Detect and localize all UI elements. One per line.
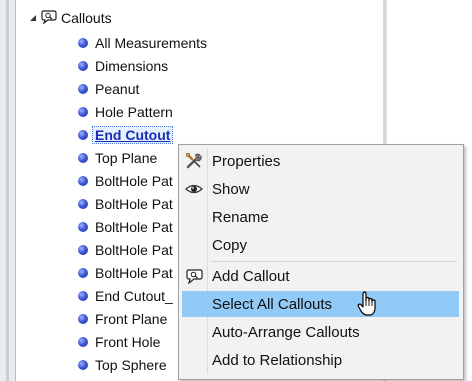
blue-bullet-icon — [78, 268, 88, 278]
blue-bullet-icon — [78, 153, 88, 163]
tree-item-top-sphere[interactable]: Top Sphere — [78, 355, 167, 375]
frame-border — [6, 0, 9, 381]
menu-item-label: Add to Relationship — [212, 351, 343, 369]
blue-bullet-icon — [78, 314, 88, 324]
menu-icon-slot — [182, 347, 206, 373]
blue-bullet-icon — [78, 107, 88, 117]
blue-bullet-icon — [78, 360, 88, 370]
blue-bullet-icon — [78, 84, 88, 94]
callout-group-icon — [41, 9, 57, 27]
menu-item-label: Rename — [212, 208, 269, 226]
blue-bullet-icon — [78, 130, 88, 140]
tree-item-front-hole[interactable]: Front Hole — [78, 332, 160, 352]
tree-item-dimensions[interactable]: Dimensions — [78, 56, 168, 76]
tree-item-label: BoltHole Pat — [95, 219, 173, 235]
blue-bullet-icon — [78, 337, 88, 347]
context-menu: Properties Show Rename Copy Add Callout — [178, 144, 464, 380]
tree-item-label: Dimensions — [95, 58, 169, 74]
tree-item-label: Hole Pattern — [95, 104, 173, 120]
tree-item-label: BoltHole Pat — [95, 242, 173, 258]
tree-item-hole-pattern[interactable]: Hole Pattern — [78, 102, 173, 122]
tree-item-label: BoltHole Pat — [95, 196, 173, 212]
blue-bullet-icon — [78, 222, 88, 232]
tree-item-bolthole-pattern[interactable]: BoltHole Pat — [78, 240, 173, 260]
tree-item-label: Top Plane — [95, 150, 158, 166]
tree-node-callouts[interactable]: Callouts — [30, 8, 112, 28]
blue-bullet-icon — [78, 291, 88, 301]
tree-item-label: End Cutout_ — [95, 288, 173, 304]
tree-item-label: Top Sphere — [95, 357, 167, 373]
menu-item-rename[interactable]: Rename — [182, 204, 459, 230]
callout-icon — [182, 263, 206, 289]
blue-bullet-icon — [78, 61, 88, 71]
tree-item-end-cutout[interactable]: End Cutout — [78, 125, 174, 145]
blue-bullet-icon — [78, 176, 88, 186]
menu-item-add-callout[interactable]: Add Callout — [182, 263, 459, 289]
tree-item-label: BoltHole Pat — [95, 265, 173, 281]
tree-item-bolthole-pattern[interactable]: BoltHole Pat — [78, 263, 173, 283]
tree-item-end-cutout-2[interactable]: End Cutout_ — [78, 286, 173, 306]
tree-item-label: BoltHole Pat — [95, 173, 173, 189]
menu-icon-slot — [182, 204, 206, 230]
tree-item-label: End Cutout — [92, 126, 174, 144]
tree-root-label: Callouts — [61, 10, 112, 26]
menu-item-copy[interactable]: Copy — [182, 232, 459, 258]
menu-item-select-all-callouts[interactable]: Select All Callouts — [182, 291, 459, 317]
blue-bullet-icon — [78, 245, 88, 255]
menu-item-label: Add Callout — [212, 267, 290, 285]
menu-item-add-to-relationship[interactable]: Add to Relationship — [182, 347, 459, 373]
eye-icon — [182, 176, 206, 202]
blue-bullet-icon — [78, 38, 88, 48]
menu-item-show[interactable]: Show — [182, 176, 459, 202]
tree-item-bolthole-pattern[interactable]: BoltHole Pat — [78, 194, 173, 214]
menu-item-properties[interactable]: Properties — [182, 148, 459, 174]
menu-item-auto-arrange-callouts[interactable]: Auto-Arrange Callouts — [182, 319, 459, 345]
blue-bullet-icon — [78, 199, 88, 209]
menu-separator — [211, 261, 457, 262]
tree-item-label: All Measurements — [95, 35, 208, 51]
tree-item-bolthole-pattern[interactable]: BoltHole Pat — [78, 217, 173, 237]
menu-item-label: Auto-Arrange Callouts — [212, 323, 360, 341]
menu-item-label: Properties — [212, 152, 281, 170]
menu-icon-slot — [182, 319, 206, 345]
tree-item-label: Front Plane — [95, 311, 168, 327]
left-frame — [0, 0, 16, 381]
tree-item-label: Front Hole — [95, 334, 161, 350]
tree-item-bolthole-pattern[interactable]: BoltHole Pat — [78, 171, 173, 191]
tree-item-all-measurements[interactable]: All Measurements — [78, 33, 207, 53]
tree-item-peanut[interactable]: Peanut — [78, 79, 139, 99]
menu-icon-slot — [182, 232, 206, 258]
expand-triangle-icon[interactable] — [30, 15, 36, 21]
menu-item-label: Copy — [212, 236, 248, 254]
tree-item-label: Peanut — [95, 81, 140, 97]
menu-icon-slot — [182, 291, 206, 317]
menu-item-label: Show — [212, 180, 250, 198]
tree-item-front-plane[interactable]: Front Plane — [78, 309, 167, 329]
tools-icon — [182, 148, 206, 174]
tree-item-top-plane[interactable]: Top Plane — [78, 148, 157, 168]
hand-cursor-icon — [357, 291, 379, 322]
menu-item-label: Select All Callouts — [212, 295, 333, 313]
